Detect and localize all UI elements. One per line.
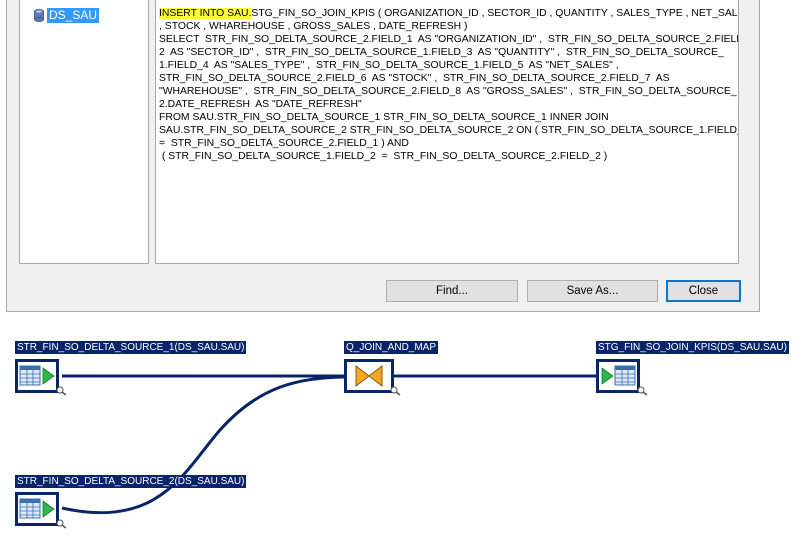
source1-label: STR_FIN_SO_DELTA_SOURCE_1(DS_SAU.SAU) xyxy=(15,341,247,354)
query-transform-icon xyxy=(355,364,383,388)
magnifier-icon[interactable] xyxy=(636,385,650,397)
target-node[interactable] xyxy=(596,359,640,393)
query-label: Q_JOIN_AND_MAP xyxy=(344,341,439,354)
connection-source2-query xyxy=(61,375,345,515)
source2-label: STR_FIN_SO_DELTA_SOURCE_2(DS_SAU.SAU) xyxy=(15,475,247,488)
query-node[interactable] xyxy=(344,359,394,393)
connection-lines xyxy=(61,372,596,515)
magnifier-icon[interactable] xyxy=(389,385,403,397)
source1-node[interactable] xyxy=(15,359,59,393)
source-table-icon xyxy=(19,498,55,519)
source2-node[interactable] xyxy=(15,492,59,526)
target-table-icon xyxy=(601,365,636,386)
magnifier-icon[interactable] xyxy=(55,385,69,397)
source-table-icon xyxy=(19,365,55,386)
magnifier-icon[interactable] xyxy=(55,518,69,530)
target-label: STG_FIN_SO_JOIN_KPIS(DS_SAU.SAU) xyxy=(596,341,789,354)
